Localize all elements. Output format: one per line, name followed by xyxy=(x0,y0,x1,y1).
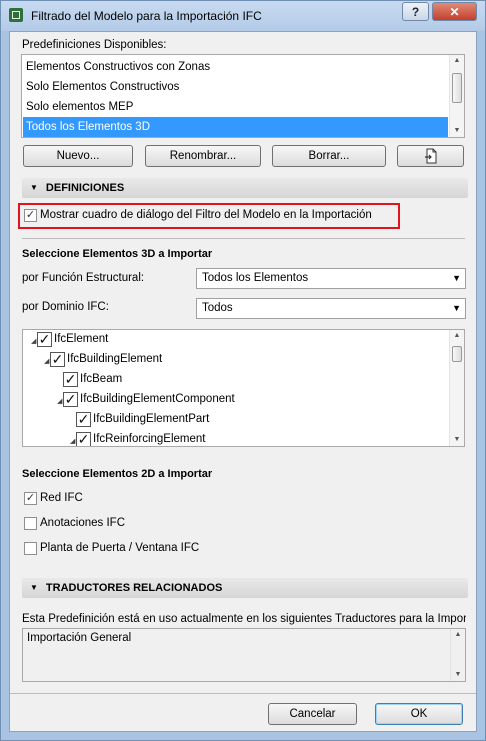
close-button[interactable]: ✕ xyxy=(432,2,477,21)
dialog-window: Filtrado del Modelo para la Importación … xyxy=(0,0,486,741)
window-title: Filtrado del Modelo para la Importación … xyxy=(31,9,262,23)
translators-list[interactable]: Importación General ▲ ▼ xyxy=(22,628,466,682)
definitions-header[interactable]: ▼ DEFINICIONES xyxy=(22,178,468,198)
collapse-triangle-icon[interactable]: ▼ xyxy=(30,178,38,198)
tree-scrollbar[interactable]: ▲ ▼ xyxy=(449,330,464,446)
scroll-thumb[interactable] xyxy=(452,346,462,362)
presets-scrollbar[interactable]: ▲ ▼ xyxy=(449,55,464,137)
presets-list[interactable]: Elementos Constructivos con Zonas Solo E… xyxy=(21,54,465,138)
chevron-down-icon: ▼ xyxy=(452,303,461,313)
red-ifc-checkbox[interactable]: ✓ xyxy=(24,492,37,505)
export-button[interactable] xyxy=(397,145,464,167)
title-bar[interactable]: Filtrado del Modelo para la Importación … xyxy=(1,1,485,31)
domain-select[interactable]: Todos ▼ xyxy=(196,298,466,319)
red-ifc-label: Red IFC xyxy=(40,492,83,504)
delete-button[interactable]: Borrar... xyxy=(272,145,386,167)
presets-label: Predefiniciones Disponibles: xyxy=(22,39,167,51)
structural-select[interactable]: Todos los Elementos ▼ xyxy=(196,268,466,289)
help-button[interactable]: ? xyxy=(402,2,429,21)
rename-button[interactable]: Renombrar... xyxy=(145,145,261,167)
tree-item[interactable]: IfcElement xyxy=(54,330,108,348)
translator-item: Importación General xyxy=(27,632,132,644)
translators-header[interactable]: ▼ TRADUCTORES RELACIONADOS xyxy=(22,578,468,598)
scroll-down-icon[interactable]: ▼ xyxy=(450,125,464,137)
scroll-down-icon[interactable]: ▼ xyxy=(450,434,464,446)
expander-icon[interactable]: ◢ xyxy=(57,397,62,405)
expander-icon[interactable]: ◢ xyxy=(31,337,36,345)
app-icon xyxy=(9,8,23,22)
elements3d-header: Seleccione Elementos 3D a Importar xyxy=(22,248,213,260)
annotations-label: Anotaciones IFC xyxy=(40,517,126,529)
elements2d-header: Seleccione Elementos 2D a Importar xyxy=(22,468,213,480)
tree-checkbox[interactable]: ✓ xyxy=(76,432,91,446)
structural-label: por Función Estructural: xyxy=(22,272,145,284)
expander-icon[interactable]: ◢ xyxy=(44,357,49,365)
list-item[interactable]: Solo Elementos Constructivos xyxy=(23,77,448,97)
cancel-button[interactable]: Cancelar xyxy=(268,703,357,725)
domain-label: por Dominio IFC: xyxy=(22,301,109,313)
list-item-selected[interactable]: Todos los Elementos 3D xyxy=(23,117,448,137)
annotations-checkbox[interactable] xyxy=(24,517,37,530)
door-window-checkbox[interactable] xyxy=(24,542,37,555)
scroll-down-icon[interactable]: ▼ xyxy=(451,669,465,681)
tree-item[interactable]: IfcBuildingElementComponent xyxy=(80,390,235,408)
tree-checkbox[interactable]: ✓ xyxy=(63,372,78,387)
tree-item[interactable]: IfcBuildingElement xyxy=(67,350,162,368)
tree-checkbox[interactable]: ✓ xyxy=(37,332,52,347)
tree-item[interactable]: IfcBuildingElementPart xyxy=(93,410,209,428)
scroll-up-icon[interactable]: ▲ xyxy=(450,330,464,342)
tree-item[interactable]: IfcBeam xyxy=(80,370,122,388)
scroll-up-icon[interactable]: ▲ xyxy=(451,629,465,641)
scroll-up-icon[interactable]: ▲ xyxy=(450,55,464,67)
tree-checkbox[interactable]: ✓ xyxy=(50,352,65,367)
footer-divider xyxy=(10,693,476,694)
list-item[interactable]: Solo elementos MEP xyxy=(23,97,448,117)
new-button[interactable]: Nuevo... xyxy=(23,145,133,167)
ok-button[interactable]: OK xyxy=(375,703,463,725)
translators-scrollbar[interactable]: ▲ ▼ xyxy=(450,629,465,681)
domain-select-value: Todos xyxy=(202,302,233,314)
translators-description: Esta Predefinición está en uso actualmen… xyxy=(22,613,466,625)
tree-checkbox[interactable]: ✓ xyxy=(76,412,91,427)
structural-select-value: Todos los Elementos xyxy=(202,272,309,284)
dialog-body: Predefiniciones Disponibles: Elementos C… xyxy=(9,31,477,732)
expander-icon[interactable]: ◢ xyxy=(70,437,75,445)
chevron-down-icon: ▼ xyxy=(452,273,461,283)
collapse-triangle-icon[interactable]: ▼ xyxy=(30,578,38,598)
door-window-label: Planta de Puerta / Ventana IFC xyxy=(40,542,200,554)
tree-item[interactable]: IfcReinforcingElement xyxy=(93,430,206,446)
tree-checkbox[interactable]: ✓ xyxy=(63,392,78,407)
scroll-thumb[interactable] xyxy=(452,73,462,103)
divider xyxy=(22,238,465,239)
definitions-header-label: DEFINICIONES xyxy=(45,182,125,194)
show-dialog-label: Mostrar cuadro de diálogo del Filtro del… xyxy=(40,209,372,221)
translators-header-label: TRADUCTORES RELACIONADOS xyxy=(45,582,223,594)
list-item[interactable]: Elementos Constructivos con Zonas xyxy=(23,57,448,77)
ifc-tree[interactable]: ◢ ✓ IfcElement ◢ ✓ IfcBuildingElement ✓ … xyxy=(22,329,465,447)
show-dialog-checkbox[interactable]: ✓ xyxy=(24,209,37,222)
export-document-icon xyxy=(424,148,436,164)
